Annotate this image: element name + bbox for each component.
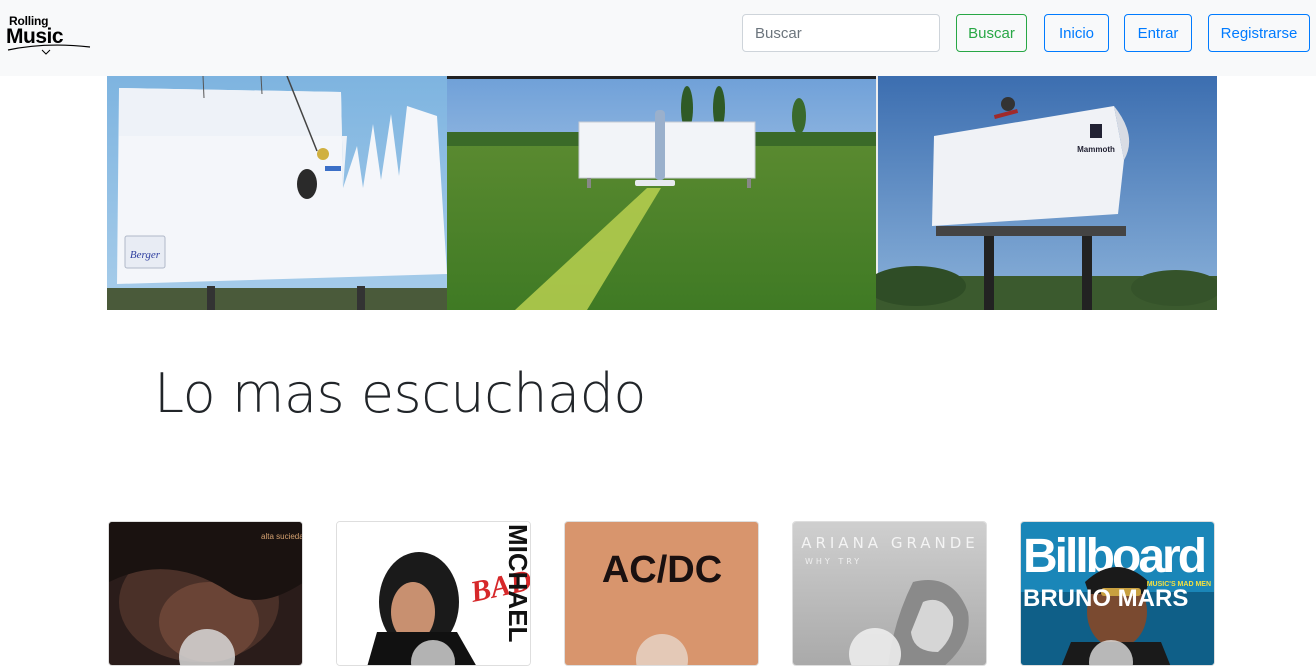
- register-button[interactable]: Registrarse: [1208, 14, 1310, 52]
- berger-logo-text: Berger: [130, 249, 161, 261]
- album-subtitle-text: WHY TRY: [805, 557, 862, 566]
- search-input[interactable]: [742, 14, 940, 52]
- login-button[interactable]: Entrar: [1124, 14, 1192, 52]
- search-button[interactable]: Buscar: [956, 14, 1027, 52]
- album-name-text: BRUNO MARS: [1023, 585, 1188, 612]
- home-button[interactable]: Inicio: [1044, 14, 1109, 52]
- album-side-text: MUSIC'S MAD MEN: [1147, 581, 1211, 588]
- mammoth-logo-text: Mammoth: [1077, 145, 1115, 154]
- album-cover-alta-suciedad: alta suciedad: [109, 522, 303, 665]
- hero-image-painter: Berger: [107, 76, 447, 310]
- brand-main-text: Music: [6, 25, 64, 48]
- album-cover-ariana-grande: ARIANA GRANDE WHY TRY: [793, 522, 986, 665]
- hero-image-skateboard: Mammoth: [876, 76, 1217, 310]
- brand-logo[interactable]: Rolling Music: [6, 14, 92, 56]
- section-title: Lo mas escuchado: [154, 362, 646, 425]
- album-card[interactable]: Billboard BRUNO MARS MUSIC'S MAD MEN: [1020, 521, 1215, 666]
- album-cover-text: ARIANA GRANDE: [801, 534, 979, 552]
- album-cover-bad: BAD MICHAEL: [337, 522, 531, 665]
- album-card[interactable]: alta suciedad: [108, 521, 303, 666]
- hero-banner[interactable]: Berger Mammoth: [107, 76, 1217, 310]
- hero-image-field: [447, 76, 876, 310]
- album-card[interactable]: BAD MICHAEL: [336, 521, 531, 666]
- navbar: Rolling Music Buscar Inicio Entrar Regis…: [0, 0, 1316, 76]
- album-side-text: MICHAEL: [503, 524, 531, 643]
- album-card[interactable]: ARIANA GRANDE WHY TRY: [792, 521, 987, 666]
- album-card[interactable]: AC/DC: [564, 521, 759, 666]
- album-cover-text: AC/DC: [602, 549, 722, 591]
- album-cover-acdc: AC/DC: [565, 522, 758, 665]
- album-cover-billboard: Billboard BRUNO MARS MUSIC'S MAD MEN: [1021, 522, 1214, 665]
- album-cover-text: alta suciedad: [261, 532, 303, 541]
